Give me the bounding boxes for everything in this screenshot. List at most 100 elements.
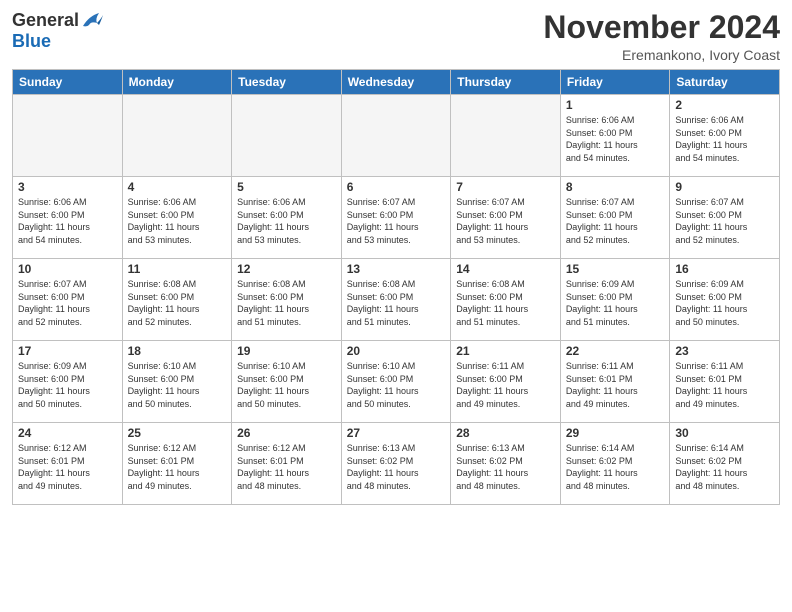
logo-general-text: General (12, 10, 79, 31)
table-row: 25 Sunrise: 6:12 AM Sunset: 6:01 PM Dayli… (122, 423, 232, 505)
day-number: 4 (128, 180, 227, 194)
table-row: 4 Sunrise: 6:06 AM Sunset: 6:00 PM Daylig… (122, 177, 232, 259)
day-number: 8 (566, 180, 665, 194)
table-row: 17 Sunrise: 6:09 AM Sunset: 6:00 PM Dayli… (13, 341, 123, 423)
table-row: 5 Sunrise: 6:06 AM Sunset: 6:00 PM Daylig… (232, 177, 342, 259)
day-number: 21 (456, 344, 555, 358)
calendar-week-row: 1 Sunrise: 6:06 AM Sunset: 6:00 PM Daylig… (13, 95, 780, 177)
month-title: November 2024 (543, 10, 780, 45)
day-info: Sunrise: 6:10 AM Sunset: 6:00 PM Dayligh… (237, 360, 336, 410)
day-info: Sunrise: 6:13 AM Sunset: 6:02 PM Dayligh… (347, 442, 446, 492)
header: General Blue November 2024 Eremankono, I… (12, 10, 780, 63)
table-row: 9 Sunrise: 6:07 AM Sunset: 6:00 PM Daylig… (670, 177, 780, 259)
day-info: Sunrise: 6:06 AM Sunset: 6:00 PM Dayligh… (237, 196, 336, 246)
header-thursday: Thursday (451, 70, 561, 95)
table-row: 18Sunrise: 6:10 AM Sunset: 6:00 PM Dayli… (122, 341, 232, 423)
day-number: 25 (128, 426, 227, 440)
table-row: 1 Sunrise: 6:06 AM Sunset: 6:00 PM Daylig… (560, 95, 670, 177)
table-row: 10 Sunrise: 6:07 AM Sunset: 6:00 PM Dayli… (13, 259, 123, 341)
header-wednesday: Wednesday (341, 70, 451, 95)
calendar-week-row: 17 Sunrise: 6:09 AM Sunset: 6:00 PM Dayli… (13, 341, 780, 423)
day-number: 3 (18, 180, 117, 194)
day-info: Sunrise: 6:06 AM Sunset: 6:00 PM Dayligh… (128, 196, 227, 246)
table-row: 7 Sunrise: 6:07 AM Sunset: 6:00 PM Daylig… (451, 177, 561, 259)
day-info: Sunrise: 6:11 AM Sunset: 6:01 PM Dayligh… (675, 360, 774, 410)
day-info: Sunrise: 6:14 AM Sunset: 6:02 PM Dayligh… (566, 442, 665, 492)
table-row: 21 Sunrise: 6:11 AM Sunset: 6:00 PM Dayli… (451, 341, 561, 423)
day-number: 1 (566, 98, 665, 112)
table-row: 2Sunrise: 6:06 AM Sunset: 6:00 PM Daylig… (670, 95, 780, 177)
table-row (341, 95, 451, 177)
table-row: 19 Sunrise: 6:10 AM Sunset: 6:00 PM Dayli… (232, 341, 342, 423)
day-info: Sunrise: 6:09 AM Sunset: 6:00 PM Dayligh… (675, 278, 774, 328)
day-info: Sunrise: 6:12 AM Sunset: 6:01 PM Dayligh… (128, 442, 227, 492)
table-row: 13 Sunrise: 6:08 AM Sunset: 6:00 PM Dayli… (341, 259, 451, 341)
day-number: 13 (347, 262, 446, 276)
day-info: Sunrise: 6:12 AM Sunset: 6:01 PM Dayligh… (237, 442, 336, 492)
day-info: Sunrise: 6:06 AM Sunset: 6:00 PM Dayligh… (566, 114, 665, 164)
table-row: 26 Sunrise: 6:12 AM Sunset: 6:01 PM Dayli… (232, 423, 342, 505)
day-number: 12 (237, 262, 336, 276)
day-number: 28 (456, 426, 555, 440)
day-number: 23 (675, 344, 774, 358)
calendar-table: Sunday Monday Tuesday Wednesday Thursday… (12, 69, 780, 505)
calendar-week-row: 10 Sunrise: 6:07 AM Sunset: 6:00 PM Dayli… (13, 259, 780, 341)
page: General Blue November 2024 Eremankono, I… (0, 0, 792, 612)
logo-bird-icon (81, 11, 103, 31)
logo-blue-text: Blue (12, 31, 51, 52)
day-number: 20 (347, 344, 446, 358)
day-number: 16 (675, 262, 774, 276)
day-number: 26 (237, 426, 336, 440)
day-number: 5 (237, 180, 336, 194)
header-saturday: Saturday (670, 70, 780, 95)
day-number: 24 (18, 426, 117, 440)
day-info: Sunrise: 6:07 AM Sunset: 6:00 PM Dayligh… (456, 196, 555, 246)
day-info: Sunrise: 6:08 AM Sunset: 6:00 PM Dayligh… (347, 278, 446, 328)
table-row (232, 95, 342, 177)
table-row: 6 Sunrise: 6:07 AM Sunset: 6:00 PM Daylig… (341, 177, 451, 259)
day-number: 11 (128, 262, 227, 276)
day-number: 6 (347, 180, 446, 194)
day-number: 10 (18, 262, 117, 276)
calendar-week-row: 24 Sunrise: 6:12 AM Sunset: 6:01 PM Dayli… (13, 423, 780, 505)
day-info: Sunrise: 6:11 AM Sunset: 6:00 PM Dayligh… (456, 360, 555, 410)
day-number: 29 (566, 426, 665, 440)
day-number: 9 (675, 180, 774, 194)
table-row: 3 Sunrise: 6:06 AM Sunset: 6:00 PM Daylig… (13, 177, 123, 259)
day-info: Sunrise: 6:09 AM Sunset: 6:00 PM Dayligh… (18, 360, 117, 410)
day-number: 15 (566, 262, 665, 276)
title-section: November 2024 Eremankono, Ivory Coast (543, 10, 780, 63)
day-info: Sunrise: 6:07 AM Sunset: 6:00 PM Dayligh… (566, 196, 665, 246)
day-number: 17 (18, 344, 117, 358)
table-row: 24Sunrise: 6:12 AM Sunset: 6:01 PM Dayli… (13, 423, 123, 505)
day-info: Sunrise: 6:08 AM Sunset: 6:00 PM Dayligh… (237, 278, 336, 328)
header-sunday: Sunday (13, 70, 123, 95)
day-number: 27 (347, 426, 446, 440)
table-row: 14Sunrise: 6:08 AM Sunset: 6:00 PM Dayli… (451, 259, 561, 341)
table-row (451, 95, 561, 177)
table-row: 12 Sunrise: 6:08 AM Sunset: 6:00 PM Dayli… (232, 259, 342, 341)
header-friday: Friday (560, 70, 670, 95)
day-info: Sunrise: 6:07 AM Sunset: 6:00 PM Dayligh… (675, 196, 774, 246)
table-row: 30Sunrise: 6:14 AM Sunset: 6:02 PM Dayli… (670, 423, 780, 505)
day-number: 19 (237, 344, 336, 358)
table-row: 29 Sunrise: 6:14 AM Sunset: 6:02 PM Dayli… (560, 423, 670, 505)
day-info: Sunrise: 6:10 AM Sunset: 6:00 PM Dayligh… (347, 360, 446, 410)
table-row (122, 95, 232, 177)
table-row (13, 95, 123, 177)
location-text: Eremankono, Ivory Coast (543, 47, 780, 63)
day-info: Sunrise: 6:06 AM Sunset: 6:00 PM Dayligh… (18, 196, 117, 246)
table-row: 8 Sunrise: 6:07 AM Sunset: 6:00 PM Daylig… (560, 177, 670, 259)
logo: General Blue (12, 10, 103, 52)
day-info: Sunrise: 6:07 AM Sunset: 6:00 PM Dayligh… (18, 278, 117, 328)
calendar-header-row: Sunday Monday Tuesday Wednesday Thursday… (13, 70, 780, 95)
table-row: 11Sunrise: 6:08 AM Sunset: 6:00 PM Dayli… (122, 259, 232, 341)
table-row: 15Sunrise: 6:09 AM Sunset: 6:00 PM Dayli… (560, 259, 670, 341)
day-info: Sunrise: 6:13 AM Sunset: 6:02 PM Dayligh… (456, 442, 555, 492)
table-row: 23 Sunrise: 6:11 AM Sunset: 6:01 PM Dayli… (670, 341, 780, 423)
day-info: Sunrise: 6:10 AM Sunset: 6:00 PM Dayligh… (128, 360, 227, 410)
day-info: Sunrise: 6:07 AM Sunset: 6:00 PM Dayligh… (347, 196, 446, 246)
day-number: 22 (566, 344, 665, 358)
day-number: 7 (456, 180, 555, 194)
header-monday: Monday (122, 70, 232, 95)
